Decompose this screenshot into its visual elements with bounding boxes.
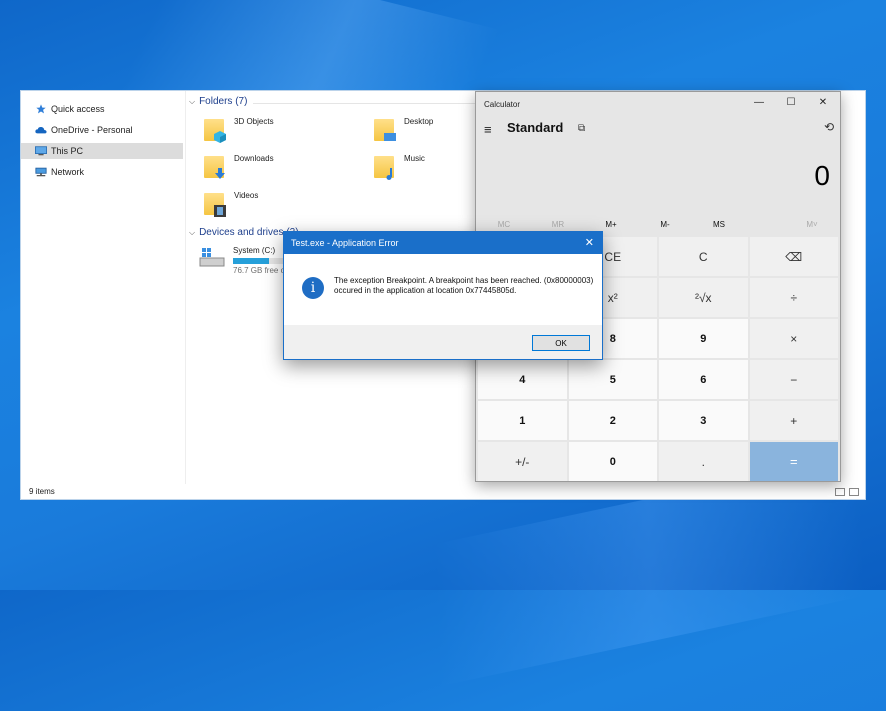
memory-store-button[interactable]: MS — [699, 220, 739, 229]
chevron-down-icon: ⌵ — [189, 96, 196, 106]
calc-key-2[interactable]: C — [659, 237, 748, 276]
navigation-pane: Quick access OneDrive - Personal This PC… — [21, 91, 186, 484]
calc-key-12[interactable]: 4 — [478, 360, 567, 399]
memory-list-button[interactable]: M˅ — [792, 220, 832, 229]
nav-item-onedrive[interactable]: OneDrive - Personal — [21, 122, 183, 138]
nav-item-network[interactable]: Network — [21, 164, 183, 180]
ok-button[interactable]: OK — [532, 335, 590, 351]
calc-key-10[interactable]: 9 — [659, 319, 748, 358]
calc-key-6[interactable]: ²√x — [659, 278, 748, 317]
calc-key-7[interactable]: ÷ — [749, 278, 838, 317]
music-folder-icon — [374, 154, 394, 180]
calc-key-17[interactable]: 2 — [568, 401, 657, 440]
calc-key-13[interactable]: 5 — [568, 360, 657, 399]
calc-key-15[interactable]: − — [749, 360, 838, 399]
maximize-button[interactable]: ☐ — [776, 96, 806, 110]
calc-key-3[interactable]: ⌫ — [749, 237, 838, 276]
dialog-footer: OK — [284, 325, 602, 359]
nav-item-quick-access[interactable]: Quick access — [21, 101, 183, 117]
3d-objects-icon — [204, 117, 226, 143]
drive-system-c[interactable]: System (C:) 76.7 GB free of — [199, 246, 293, 275]
nav-item-label: This PC — [51, 146, 84, 156]
videos-folder-icon — [204, 191, 226, 217]
calc-key-19[interactable]: + — [749, 401, 838, 440]
folder-label: Downloads — [234, 154, 274, 163]
folder-desktop[interactable]: Desktop — [374, 117, 433, 141]
keep-on-top-icon[interactable]: ⧉ — [578, 123, 585, 134]
view-toggle — [835, 488, 859, 496]
nav-item-label: Network — [51, 167, 85, 177]
calculator-display: 0 — [814, 160, 830, 191]
history-icon[interactable]: ⟲ — [824, 120, 834, 134]
calc-key-21[interactable]: 0 — [568, 442, 657, 481]
memory-add-button[interactable]: M+ — [591, 220, 631, 229]
folders-group-label: Folders (7) — [199, 96, 248, 107]
dialog-titlebar: Test.exe - Application Error — [284, 232, 602, 254]
folder-label: Videos — [234, 191, 259, 200]
calc-key-16[interactable]: 1 — [478, 401, 567, 440]
memory-clear-button[interactable]: MC — [484, 220, 524, 229]
calc-key-22[interactable]: . — [659, 442, 748, 481]
calc-key-18[interactable]: 3 — [659, 401, 748, 440]
memory-recall-button[interactable]: MR — [538, 220, 578, 229]
folder-label: Desktop — [404, 117, 434, 126]
status-bar: 9 items — [21, 483, 865, 499]
folder-3d-objects[interactable]: 3D Objects — [204, 117, 274, 143]
folder-music[interactable]: Music — [374, 154, 425, 180]
chevron-down-icon: ⌵ — [189, 227, 196, 237]
folder-label: 3D Objects — [234, 117, 274, 126]
details-view-icon[interactable] — [835, 488, 845, 496]
folder-videos[interactable]: Videos — [204, 191, 259, 217]
star-icon — [36, 104, 46, 114]
folder-downloads[interactable]: Downloads — [204, 154, 274, 179]
folder-label: Music — [404, 154, 425, 163]
info-icon: i — [302, 277, 324, 299]
dialog-title: Test.exe - Application Error — [291, 238, 399, 248]
nav-item-this-pc[interactable]: This PC — [21, 143, 183, 159]
close-icon[interactable]: ✕ — [585, 236, 594, 249]
downloads-folder-icon — [204, 154, 225, 179]
minimize-button[interactable]: — — [744, 96, 774, 110]
hamburger-menu-icon[interactable]: ≡ — [484, 122, 492, 137]
cloud-icon — [35, 126, 47, 134]
nav-item-label: OneDrive - Personal — [51, 125, 133, 135]
desktop-folder-icon — [374, 117, 396, 141]
calc-key-23[interactable]: = — [749, 442, 838, 481]
item-count: 9 items — [29, 486, 55, 496]
calc-key-20[interactable]: +/- — [478, 442, 567, 481]
close-button[interactable]: ✕ — [808, 96, 838, 110]
calc-key-14[interactable]: 6 — [659, 360, 748, 399]
calc-key-11[interactable]: × — [749, 319, 838, 358]
calculator-title: Calculator — [484, 100, 521, 109]
network-icon — [35, 167, 47, 177]
dialog-message: The exception Breakpoint. A breakpoint h… — [334, 276, 594, 295]
large-icons-view-icon[interactable] — [849, 488, 859, 496]
group-divider — [253, 103, 493, 104]
nav-item-label: Quick access — [51, 104, 105, 114]
calculator-mode: Standard — [507, 120, 564, 135]
memory-subtract-button[interactable]: M- — [645, 220, 685, 229]
monitor-icon — [35, 146, 47, 156]
application-error-dialog: Test.exe - Application Error ✕ i The exc… — [283, 231, 603, 360]
folders-group-header[interactable]: ⌵ Folders (7) — [189, 96, 247, 107]
drive-icon — [199, 246, 225, 268]
drive-usage-fill — [233, 258, 269, 264]
